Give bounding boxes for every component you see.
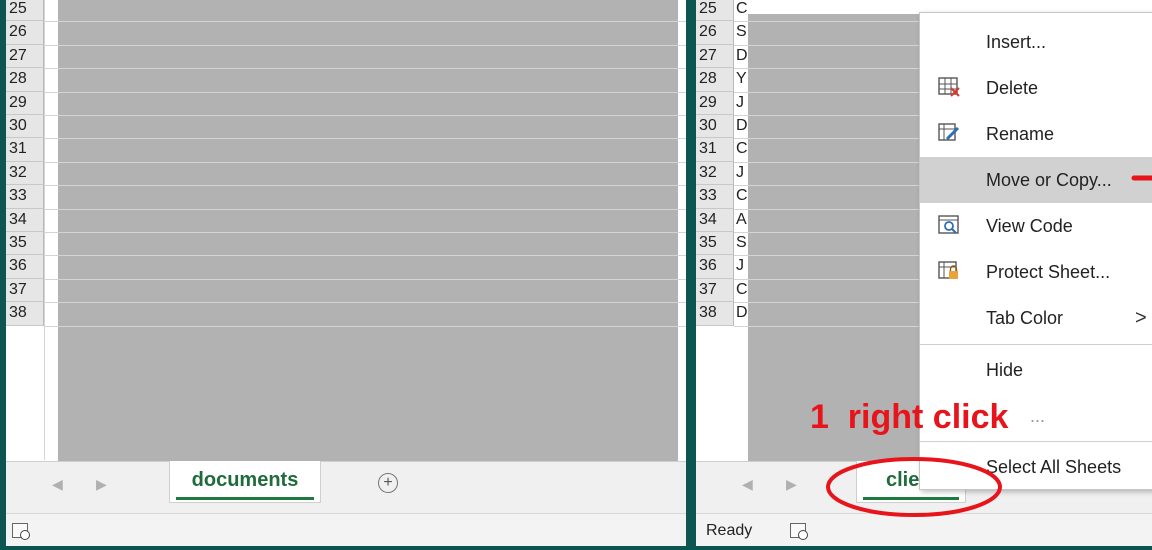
annotation-overlay <box>826 175 1152 517</box>
click-highlight-ellipse <box>826 457 1002 517</box>
